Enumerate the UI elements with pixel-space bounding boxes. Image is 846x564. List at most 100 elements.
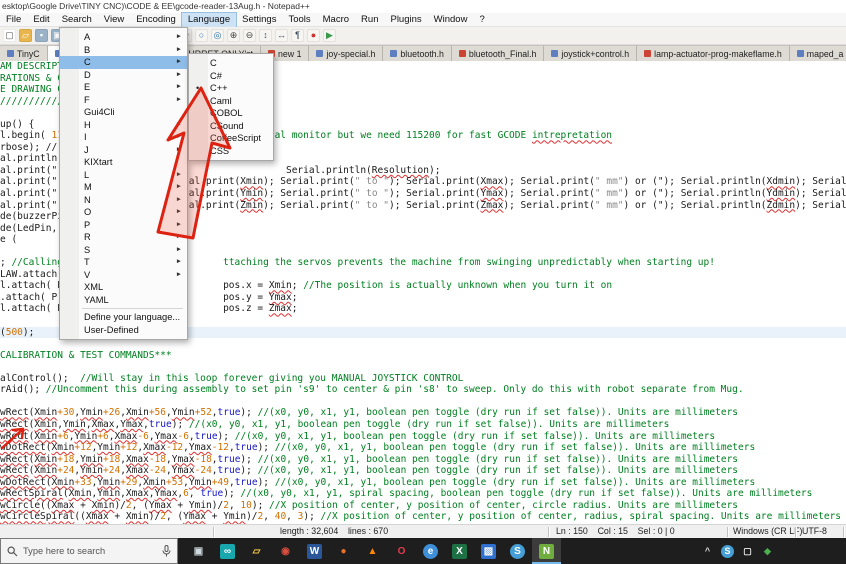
language-menu-item-p[interactable]: P ►	[60, 219, 187, 232]
tab-lamp-actuator-prog-makeflame-h[interactable]: lamp-actuator-prog-makeflame.h	[637, 45, 790, 61]
sync-horizontal-icon[interactable]: ↔	[275, 29, 288, 42]
language-submenu-item-c++[interactable]: • C++	[189, 82, 273, 95]
taskbar-notepad-plus-plus-icon[interactable]: N	[532, 538, 561, 564]
language-menu-item-t[interactable]: T ►	[60, 256, 187, 269]
menu-language[interactable]: Language	[180, 12, 238, 28]
menu-plugins[interactable]: Plugins	[384, 13, 427, 27]
menu-tools[interactable]: Tools	[282, 13, 316, 27]
tray-skype-icon[interactable]: S	[721, 544, 734, 558]
submenu-arrow-icon: ►	[175, 258, 182, 265]
tab-label: lamp-actuator-prog-makeflame.h	[654, 48, 782, 59]
tab-label: new 1	[277, 48, 302, 59]
language-menu-item-xml[interactable]: XML	[60, 281, 187, 294]
taskbar-search[interactable]: Type here to search	[0, 538, 178, 564]
code-line: wCircleSpiral((Xmax + Xmin)/2, (Ymax + Y…	[0, 511, 842, 523]
tab-bluetooth-final-h[interactable]: bluetooth_Final.h	[451, 45, 545, 61]
taskbar-firefox-icon[interactable]: ●	[329, 538, 358, 564]
tab-bluetooth-h[interactable]: bluetooth.h	[383, 45, 452, 61]
submenu-arrow-icon: ►	[175, 95, 182, 103]
language-menu-item-s[interactable]: S ►	[60, 244, 187, 257]
taskbar-file-explorer-icon[interactable]: ▱	[242, 538, 271, 564]
tray-shield-icon[interactable]: ◆	[761, 545, 774, 558]
language-menu-item-j[interactable]: J ►	[60, 144, 187, 157]
arduino-icon: ∞	[220, 543, 235, 559]
menu-edit[interactable]: Edit	[27, 13, 55, 27]
language-menu-item-b[interactable]: B ►	[60, 44, 187, 57]
menu-encoding[interactable]: Encoding	[130, 13, 182, 27]
language-menu-item-a[interactable]: A ►	[60, 31, 187, 44]
submenu-arrow-icon: ►	[175, 58, 182, 65]
language-submenu-item-css[interactable]: CSS	[189, 145, 273, 158]
language-menu-item-r[interactable]: R ►	[60, 231, 187, 244]
language-menu-item-d[interactable]: D ►	[60, 69, 187, 82]
language-menu-item-l[interactable]: L ►	[60, 169, 187, 182]
menu-macro[interactable]: Macro	[317, 13, 355, 27]
language-menu-item-n[interactable]: N ►	[60, 194, 187, 207]
status-divider	[548, 527, 549, 537]
menu-window[interactable]: Window	[428, 13, 474, 27]
menu-file[interactable]: File	[0, 13, 27, 27]
microphone-icon[interactable]	[162, 545, 171, 557]
language-menu-item-define-your-language[interactable]: Define your language...	[60, 311, 187, 324]
submenu-arrow-icon: ►	[175, 195, 182, 203]
taskbar-task-view-icon[interactable]: ▣	[184, 538, 213, 564]
submenu-arrow-icon: ►	[175, 33, 182, 40]
zoom-out-icon[interactable]: ⊖	[243, 29, 256, 42]
language-menu-item-v[interactable]: V ►	[60, 269, 187, 282]
language-menu-item-e[interactable]: E ►	[60, 81, 187, 94]
tray-onedrive-icon[interactable]: ▢	[741, 545, 754, 558]
record-macro-icon[interactable]: ●	[307, 29, 320, 42]
tab-label: maped_a	[806, 48, 844, 59]
language-menu-item-i[interactable]: I ►	[60, 131, 187, 144]
language-menu-item-yaml[interactable]: YAML	[60, 294, 187, 307]
tab-maped-a[interactable]: maped_a	[789, 45, 846, 61]
language-menu-item-m[interactable]: M ►	[60, 181, 187, 194]
language-menu-item-h[interactable]: H ►	[60, 119, 187, 132]
edge-icon: e	[423, 543, 438, 559]
taskbar-vlc-icon[interactable]: ▲	[358, 538, 387, 564]
taskbar-word-icon[interactable]: W	[300, 538, 329, 564]
sync-vertical-icon[interactable]: ↕	[259, 29, 272, 42]
language-submenu-item-c[interactable]: C	[189, 57, 273, 70]
language-submenu-item-caml[interactable]: Caml	[189, 95, 273, 108]
code-line: wRect(Xmin+6,Ymin+6,Xmax-6,Ymax-6,true);…	[0, 430, 716, 442]
menu-view[interactable]: View	[98, 13, 130, 27]
taskbar-excel-icon[interactable]: X	[445, 538, 474, 564]
play-macro-icon[interactable]: ▶	[323, 29, 336, 42]
submenu-arrow-icon: ►	[175, 208, 182, 215]
language-menu-item-f[interactable]: F ►	[60, 94, 187, 107]
word-wrap-icon[interactable]: ¶	[291, 29, 304, 42]
language-submenu-item-c#[interactable]: C#	[189, 70, 273, 83]
language-submenu-item-cobol[interactable]: COBOL	[189, 107, 273, 120]
find-icon[interactable]: ○	[195, 29, 208, 42]
save-icon[interactable]: ▪	[35, 29, 48, 42]
tab-label: TinyC	[17, 48, 40, 59]
menu-help[interactable]: ?	[473, 13, 490, 27]
tab-joy-special-h[interactable]: joy-special.h	[309, 45, 384, 61]
language-menu-item-o[interactable]: O ►	[60, 206, 187, 219]
language-submenu-item-csound[interactable]: CSound	[189, 120, 273, 133]
menu-search[interactable]: Search	[56, 13, 98, 27]
tab-tinyc[interactable]: TinyC	[0, 45, 48, 61]
tray-expand-icon[interactable]: ^	[701, 545, 714, 558]
taskbar-opera-icon[interactable]: O	[387, 538, 416, 564]
menu-run[interactable]: Run	[355, 13, 384, 27]
zoom-in-icon[interactable]: ⊕	[227, 29, 240, 42]
language-submenu-item-coffeescript[interactable]: CoffeeScript	[189, 132, 273, 145]
language-menu-item-c[interactable]: C ►	[60, 56, 187, 69]
taskbar-skype-icon[interactable]: S	[503, 538, 532, 564]
new-file-icon[interactable]: ▢	[3, 29, 16, 42]
language-menu-item-kixtart[interactable]: KIXtart	[60, 156, 187, 169]
tab-joystick+control-h[interactable]: joystick+control.h	[544, 45, 638, 61]
taskbar-arduino-icon[interactable]: ∞	[213, 538, 242, 564]
replace-icon[interactable]: ◎	[211, 29, 224, 42]
open-folder-icon[interactable]: ▱	[19, 29, 32, 42]
language-menu-item-gui4cli[interactable]: Gui4Cli	[60, 106, 187, 119]
taskbar-edge-icon[interactable]: e	[416, 538, 445, 564]
menu-settings[interactable]: Settings	[236, 13, 282, 27]
language-menu-item-user-defined[interactable]: User-Defined	[60, 324, 187, 337]
submenu-arrow-icon: ►	[175, 245, 182, 253]
taskbar-chrome-icon[interactable]: ◉	[271, 538, 300, 564]
taskbar-photos-icon[interactable]: ▨	[474, 538, 503, 564]
code-line: wDotRect(Xmin+33,Ymin+29,Xmin+53,Ymin+49…	[0, 476, 756, 488]
